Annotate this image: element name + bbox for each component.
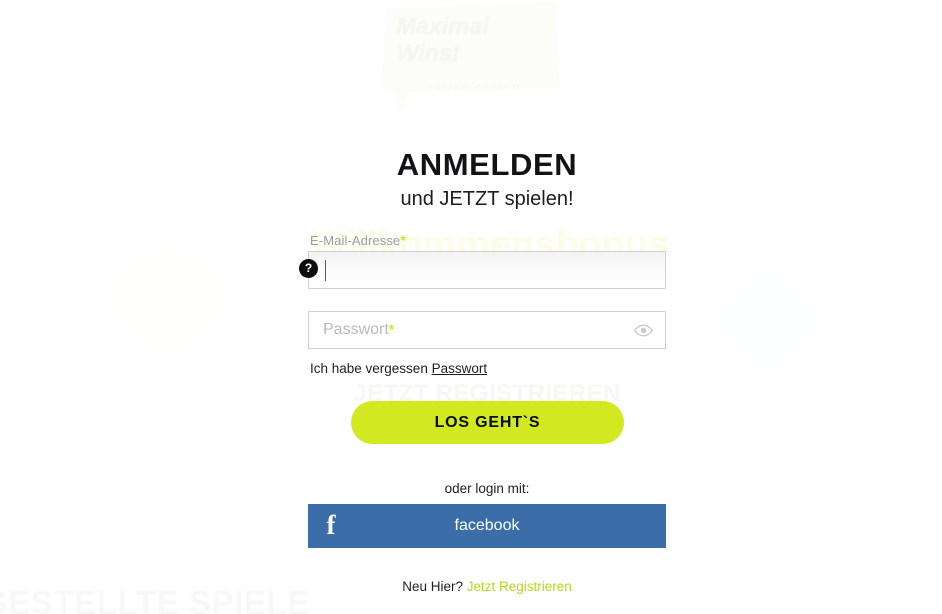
email-label-text: E-Mail-Adresse: [310, 233, 401, 248]
register-prefix: Neu Hier?: [402, 579, 463, 594]
email-required-marker: *: [400, 232, 406, 248]
page-subtitle: und JETZT spielen!: [400, 188, 574, 210]
forgot-password-row: Ich habe vergessen Passwort: [310, 361, 487, 376]
register-row: Neu Hier? Jetzt Registrieren: [308, 579, 666, 594]
password-placeholder: Passwort*: [323, 321, 394, 339]
text-caret: [325, 260, 326, 281]
email-label: E-Mail-Adresse*: [310, 232, 406, 248]
social-login-label: oder login mit:: [444, 481, 530, 496]
forgot-password-prefix: Ich habe vergessen: [310, 361, 428, 376]
facebook-login-button[interactable]: f facebook: [308, 504, 666, 548]
eye-icon[interactable]: [633, 320, 654, 341]
login-modal: Willkommensbonus ANMELDEN und JETZT spie…: [0, 0, 942, 614]
email-input[interactable]: [308, 251, 666, 289]
help-icon[interactable]: ?: [299, 259, 318, 278]
login-page: GESTELLTE SPIELE A Maximal Wins! online …: [0, 0, 942, 614]
page-title: ANMELDEN: [396, 147, 578, 182]
register-link[interactable]: Jetzt Registrieren: [467, 579, 572, 594]
facebook-login-label: facebook: [454, 517, 520, 534]
facebook-icon: f: [326, 509, 336, 540]
password-placeholder-text: Passwort: [323, 321, 389, 338]
password-required-marker: *: [388, 321, 395, 337]
forgot-password-link[interactable]: Passwort: [432, 361, 488, 376]
submit-button[interactable]: LOS GEHT`S: [351, 401, 624, 444]
